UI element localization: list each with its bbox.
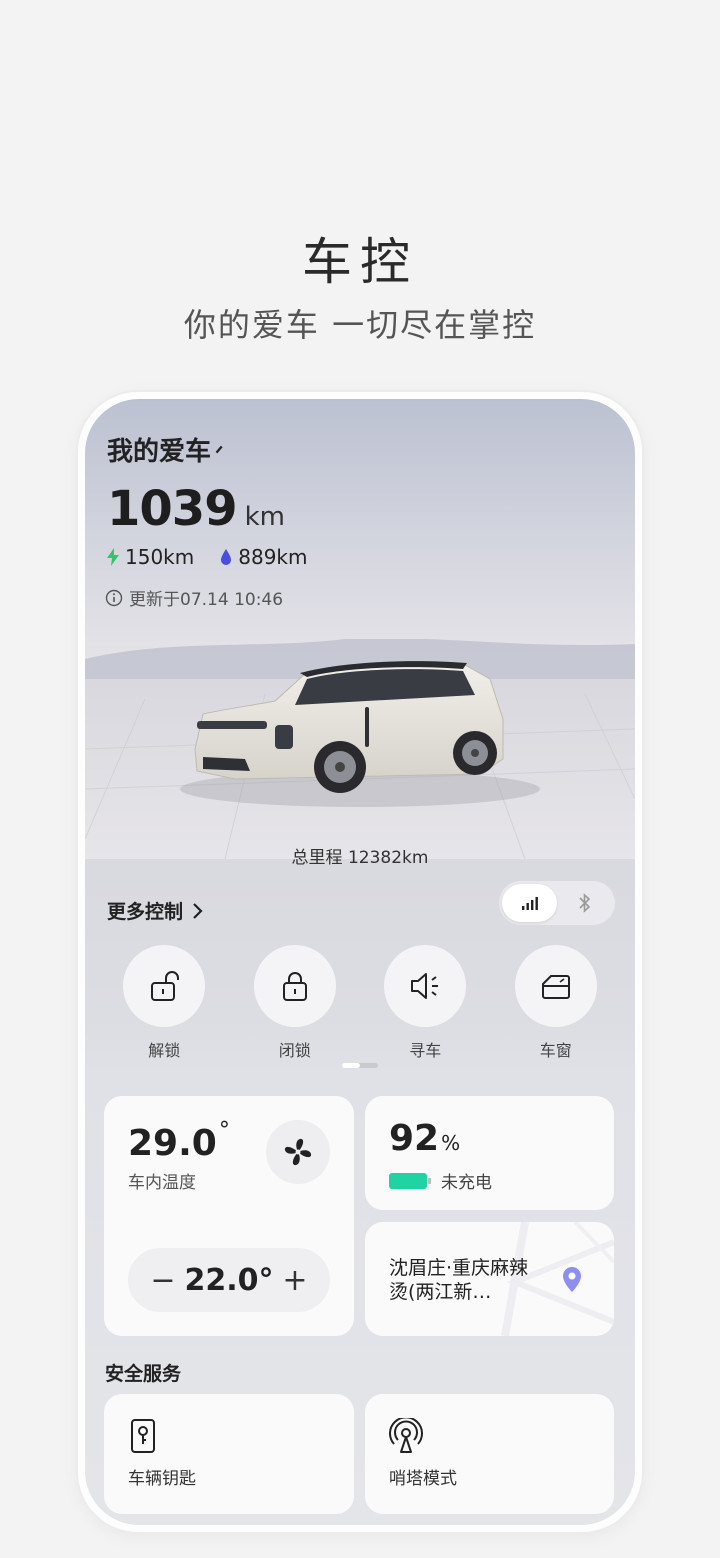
electric-range: 150km bbox=[107, 545, 194, 569]
hero-title: 车控 bbox=[302, 233, 418, 291]
odometer: 总里程 12382km bbox=[291, 848, 429, 868]
total-range: 1039 km bbox=[107, 481, 285, 537]
vehicle-key-label: 车辆钥匙 bbox=[128, 1469, 196, 1489]
window-button[interactable] bbox=[514, 945, 597, 1027]
fuel-drop-icon bbox=[221, 549, 232, 565]
vehicle-key-icon bbox=[131, 1419, 155, 1453]
climate-card[interactable]: 29.0° 车内温度 − 22.0° + bbox=[104, 1096, 354, 1336]
fan-button[interactable] bbox=[266, 1120, 330, 1184]
page-indicator-active bbox=[342, 1063, 360, 1068]
control-find-car[interactable]: 寻车 bbox=[375, 945, 475, 1061]
chevron-right-icon bbox=[193, 902, 203, 919]
battery-percent: 92% bbox=[389, 1118, 461, 1159]
temp-increase-button[interactable]: + bbox=[280, 1263, 310, 1298]
sub-ranges: 150km 889km bbox=[107, 545, 334, 569]
safety-section-title: 安全服务 bbox=[105, 1363, 182, 1385]
hero-subtitle: 你的爱车 一切尽在掌控 bbox=[183, 306, 537, 344]
bluetooth-option[interactable] bbox=[557, 884, 612, 922]
vehicle-key-card[interactable]: 车辆钥匙 bbox=[104, 1394, 354, 1514]
horn-icon bbox=[411, 973, 439, 999]
control-lock[interactable]: 闭锁 bbox=[245, 945, 345, 1061]
lock-icon bbox=[282, 972, 307, 1001]
battery-icon bbox=[389, 1172, 431, 1189]
sentry-mode-card[interactable]: 哨塔模式 bbox=[365, 1394, 614, 1514]
location-pin-icon bbox=[563, 1267, 581, 1292]
lock-label: 闭锁 bbox=[278, 1041, 311, 1060]
update-time: 更新于07.14 10:46 bbox=[105, 585, 283, 610]
window-label: 车窗 bbox=[539, 1041, 572, 1060]
find-car-button[interactable] bbox=[384, 945, 467, 1027]
car-image[interactable] bbox=[85, 639, 635, 859]
target-temp: 22.0° bbox=[184, 1262, 274, 1298]
temp-decrease-button[interactable]: − bbox=[148, 1263, 178, 1298]
range-value: 1039 bbox=[107, 481, 238, 537]
find-car-label: 寻车 bbox=[409, 1041, 442, 1060]
connection-toggle bbox=[499, 881, 615, 925]
app-screen: 我的爱车 ᐟ 1039 km 150km 889km 更新于07.14 10:46 bbox=[85, 399, 635, 1525]
unlock-label: 解锁 bbox=[148, 1041, 181, 1060]
lock-button[interactable] bbox=[253, 945, 336, 1027]
fan-icon bbox=[284, 1138, 312, 1166]
sentry-mode-icon bbox=[389, 1418, 423, 1453]
sentry-mode-label: 哨塔模式 bbox=[389, 1469, 457, 1489]
inside-temp-label: 车内温度 bbox=[128, 1173, 196, 1193]
lightning-icon bbox=[107, 548, 119, 566]
inside-temp: 29.0° bbox=[128, 1118, 230, 1164]
cellular-option[interactable] bbox=[502, 884, 557, 922]
bluetooth-icon bbox=[578, 893, 590, 913]
unlock-button[interactable] bbox=[123, 945, 206, 1027]
signal-icon bbox=[521, 897, 538, 910]
range-unit: km bbox=[244, 502, 285, 532]
temp-stepper: − 22.0° + bbox=[128, 1248, 330, 1312]
info-icon bbox=[105, 589, 123, 606]
charge-status: 未充电 bbox=[389, 1168, 492, 1193]
fuel-range: 889km bbox=[220, 545, 308, 569]
location-card[interactable]: 沈眉庄·重庆麻辣烫(两江新… bbox=[365, 1222, 614, 1336]
battery-card[interactable]: 92% 未充电 bbox=[365, 1096, 614, 1210]
location-address: 沈眉庄·重庆麻辣烫(两江新… bbox=[389, 1257, 529, 1303]
window-icon bbox=[541, 975, 570, 999]
control-window[interactable]: 车窗 bbox=[506, 945, 606, 1061]
more-controls-link[interactable]: 更多控制 bbox=[107, 897, 203, 924]
phone-frame: 我的爱车 ᐟ 1039 km 150km 889km 更新于07.14 10:46 bbox=[78, 392, 642, 1532]
control-unlock[interactable]: 解锁 bbox=[114, 945, 214, 1061]
quick-controls: 解锁 闭锁 寻车 车窗 bbox=[85, 945, 635, 1061]
page-title: 我的爱车 ᐟ bbox=[107, 437, 224, 467]
unlock-icon bbox=[151, 971, 180, 1001]
page-indicator bbox=[342, 1063, 378, 1068]
